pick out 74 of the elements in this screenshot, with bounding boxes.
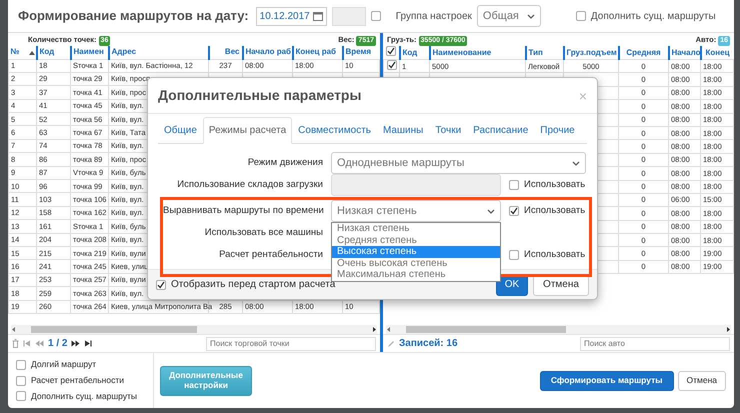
horizontal-scrollbar[interactable]: [11, 325, 377, 334]
dropdown-option[interactable]: Низкая степень: [332, 223, 500, 235]
checkbox[interactable]: [16, 376, 26, 386]
tab[interactable]: Совместимость: [292, 117, 377, 144]
checkbox[interactable]: [509, 250, 519, 260]
column-header[interactable]: Конец: [700, 46, 734, 60]
column-header[interactable]: Конец раб: [292, 46, 342, 59]
caret-icon: [572, 160, 580, 166]
scroll-right-icon[interactable]: [371, 326, 377, 333]
column-header[interactable]: Код: [36, 46, 70, 59]
column-header[interactable]: Наименование: [430, 46, 526, 60]
tab[interactable]: Прочие: [534, 117, 581, 144]
previous-page-icon[interactable]: [35, 340, 44, 347]
horizontal-scrollbar[interactable]: [386, 325, 731, 334]
column-header[interactable]: №: [10, 47, 20, 56]
scroll-right-icon[interactable]: [725, 326, 731, 333]
tab[interactable]: Режимы расчета: [202, 117, 292, 144]
column-header[interactable]: Код: [400, 46, 430, 60]
select-field[interactable]: Низкая степень: [331, 200, 501, 222]
column-header[interactable]: Начало: [668, 46, 700, 60]
build-routes-button[interactable]: Сформировать маршруты: [540, 370, 674, 390]
checkbox-label: Дополнить сущ. маршруты: [590, 10, 716, 24]
checkbox[interactable]: [370, 11, 381, 21]
last-page-icon[interactable]: [84, 340, 92, 347]
group-label: Группа настроек: [396, 10, 472, 24]
column-header[interactable]: Вес: [208, 46, 242, 59]
page-indicator: 1 / 2: [48, 337, 68, 351]
field-label: Расчет рентабельности: [218, 248, 323, 262]
records-count: Записей: 16: [399, 337, 458, 351]
first-page-icon[interactable]: [23, 340, 31, 347]
checkbox-label: Дополнить сущ. маршруты: [31, 390, 138, 403]
tab[interactable]: Точки: [429, 117, 468, 144]
checkbox[interactable]: [509, 206, 519, 216]
column-header[interactable]: Средняя: [618, 46, 668, 60]
column-header[interactable]: Наимен: [70, 46, 108, 59]
checkbox-label: Долгий маршрут: [31, 358, 96, 372]
calendar-icon: [312, 11, 323, 21]
sort-icon: [29, 50, 36, 55]
more-settings-button[interactable]: Дополнительные настройки: [160, 366, 252, 396]
next-page-icon[interactable]: [71, 340, 80, 347]
checkbox[interactable]: [156, 280, 166, 290]
cancel-button[interactable]: Отмена: [678, 370, 726, 390]
column-header[interactable]: Груз.подъем: [564, 46, 618, 60]
checkbox[interactable]: [509, 180, 519, 190]
dropdown-option[interactable]: Средняя степень: [332, 234, 500, 246]
scroll-left-icon[interactable]: [11, 326, 17, 333]
checkbox[interactable]: [576, 11, 586, 21]
checkbox-label: Использовать: [524, 204, 586, 218]
group-select[interactable]: Общая: [476, 5, 541, 27]
pencil-icon[interactable]: [387, 340, 395, 348]
tab[interactable]: Расписание: [467, 117, 534, 144]
tab[interactable]: Машины: [376, 117, 430, 144]
checkbox-label: Использовать: [524, 178, 586, 192]
field-label: Режим движения: [246, 156, 323, 170]
caret-icon: [526, 12, 535, 20]
window-title: Формирование маршрутов на дату:: [18, 7, 249, 26]
select-field[interactable]: Однодневные маршруты: [331, 152, 586, 174]
trash-icon[interactable]: [12, 339, 19, 348]
checkbox-label: Расчет рентабельности: [31, 374, 124, 387]
date-field[interactable]: 10.12.2017: [256, 6, 327, 26]
scroll-left-icon[interactable]: [386, 326, 392, 333]
checkbox[interactable]: [16, 391, 26, 402]
row-checkbox[interactable]: [386, 60, 396, 70]
column-header[interactable]: Адрес: [108, 46, 208, 59]
select-all-checkbox[interactable]: [386, 46, 396, 56]
dropdown-option[interactable]: Высокая степень: [332, 246, 500, 258]
column-header[interactable]: Начало раб: [242, 46, 292, 59]
column-header[interactable]: Тип: [526, 46, 564, 60]
search-field[interactable]: Поиск авто: [580, 336, 730, 350]
caret-icon: [487, 208, 495, 214]
checkbox-label: Использовать: [524, 248, 586, 262]
search-field[interactable]: Поиск торговой точки: [206, 336, 376, 350]
dropdown-option[interactable]: Очень высокая степень: [332, 258, 500, 270]
checkbox[interactable]: [16, 360, 26, 370]
